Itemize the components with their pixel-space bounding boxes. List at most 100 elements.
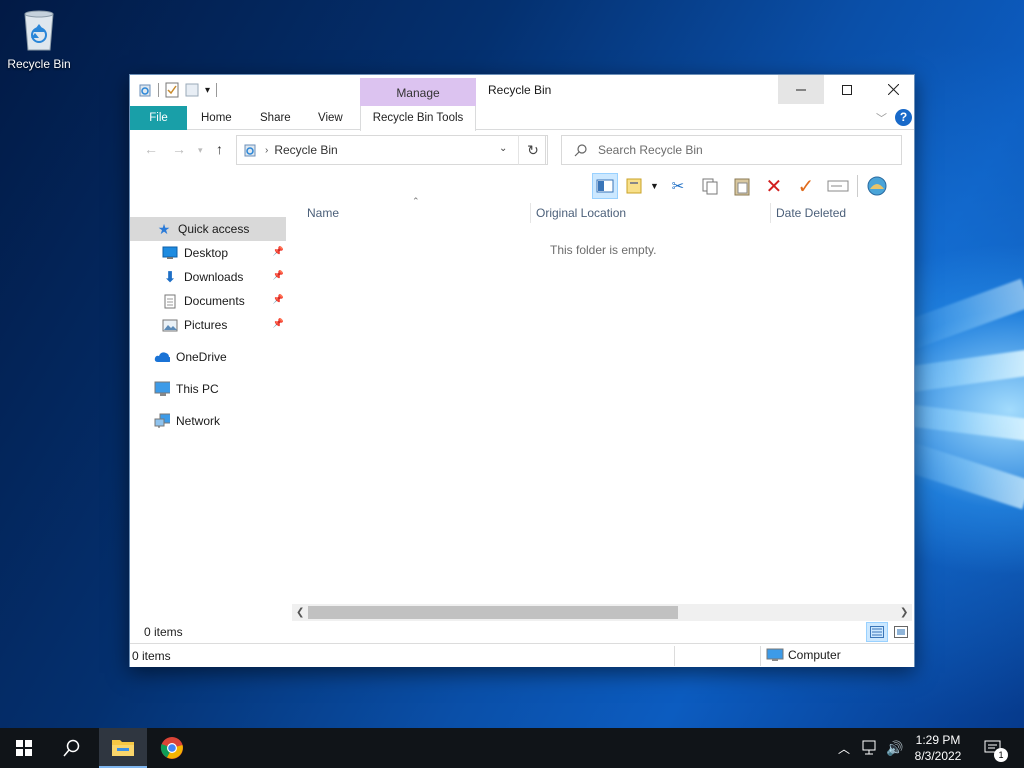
search-button[interactable]	[48, 728, 96, 768]
computer-icon	[154, 381, 170, 397]
details-view-icon	[870, 626, 884, 638]
column-header-original-location[interactable]: Original Location	[536, 201, 626, 225]
check-icon: ✓	[797, 175, 815, 198]
chevron-up-icon: ︿	[838, 741, 851, 756]
nav-item-network[interactable]: Network	[130, 409, 286, 433]
status-bar: 0 items Computer	[130, 643, 914, 667]
nav-item-label: OneDrive	[176, 350, 227, 364]
notification-badge: 1	[994, 748, 1008, 762]
taskbar: ︿ 🔊 1:29 PM 8/3/2022 1	[0, 728, 1024, 768]
check-button[interactable]: ✓	[793, 173, 819, 199]
breadcrumb-chevron-icon[interactable]: ›	[265, 145, 268, 156]
new-folder-button[interactable]	[624, 173, 650, 199]
nav-item-downloads[interactable]: ⬇ Downloads 📌	[130, 265, 286, 289]
item-count: 0 items	[144, 625, 183, 639]
nav-item-label: This PC	[176, 382, 219, 396]
network-status-icon	[862, 740, 876, 755]
column-header-date-deleted[interactable]: Date Deleted	[776, 201, 846, 225]
nav-item-onedrive[interactable]: OneDrive	[130, 345, 286, 369]
new-folder-icon[interactable]	[185, 82, 199, 98]
properties-icon[interactable]	[165, 82, 179, 98]
large-icons-view-button[interactable]	[890, 622, 912, 642]
copy-button[interactable]	[697, 173, 723, 199]
help-icon[interactable]: ?	[895, 109, 912, 126]
maximize-button[interactable]	[824, 75, 870, 104]
tab-manage[interactable]: Manage	[360, 78, 476, 106]
show-hidden-icons-button[interactable]: ︿	[838, 728, 850, 768]
desktop-icon-recycle-bin[interactable]: Recycle Bin	[4, 8, 74, 71]
minimize-button[interactable]	[778, 75, 824, 104]
up-arrow-icon[interactable]: ↑	[216, 141, 223, 157]
file-explorer-window[interactable]: ▾ Manage Recycle Bin File Home Share Vie…	[129, 74, 915, 667]
start-button[interactable]	[0, 728, 48, 768]
status-divider	[760, 646, 761, 666]
nav-item-pictures[interactable]: Pictures 📌	[130, 313, 286, 337]
delete-icon: ✕	[765, 175, 783, 198]
action-center-button[interactable]: 1	[982, 728, 1008, 768]
preview-pane-button[interactable]	[592, 173, 618, 199]
tab-recycle-bin-tools[interactable]: Recycle Bin Tools	[360, 106, 476, 131]
tab-file[interactable]: File	[130, 106, 187, 130]
column-divider[interactable]	[770, 203, 771, 223]
paste-button[interactable]	[729, 173, 755, 199]
new-item-dropdown-icon[interactable]: ▼	[650, 181, 659, 191]
tab-view[interactable]: View	[304, 106, 357, 130]
breadcrumb[interactable]: Recycle Bin	[274, 143, 337, 157]
properties-button[interactable]	[864, 173, 890, 199]
back-arrow-icon[interactable]: ←	[144, 141, 158, 157]
volume-icon: 🔊	[886, 739, 904, 756]
nav-item-quick-access[interactable]: ★ Quick access	[130, 217, 286, 241]
taskbar-chrome[interactable]	[148, 728, 196, 768]
nav-item-label: Pictures	[184, 318, 228, 332]
nav-item-documents[interactable]: Documents 📌	[130, 289, 286, 313]
tab-home[interactable]: Home	[187, 106, 246, 130]
cut-button[interactable]: ✂	[665, 173, 691, 199]
pin-icon: 📌	[272, 270, 284, 280]
status-location: Computer	[766, 648, 841, 662]
qat-customize-icon[interactable]: ▾	[205, 85, 210, 96]
delete-button[interactable]: ✕	[761, 173, 787, 199]
column-header-name[interactable]: Name	[307, 201, 339, 225]
horizontal-scrollbar[interactable]: ❮ ❯	[292, 604, 912, 621]
clock-time: 1:29 PM	[915, 733, 961, 747]
network-tray-button[interactable]	[862, 728, 880, 768]
close-button[interactable]	[870, 75, 916, 104]
wallpaper-light-beam	[898, 440, 1024, 510]
view-switcher	[866, 622, 912, 642]
column-divider[interactable]	[530, 203, 531, 223]
properties-icon	[867, 176, 887, 196]
clock[interactable]: 1:29 PM 8/3/2022	[908, 732, 968, 764]
new-folder-icon	[626, 178, 642, 194]
address-bar[interactable]: › Recycle Bin ⌄	[236, 135, 546, 165]
forward-arrow-icon[interactable]: →	[172, 141, 186, 157]
scroll-left-icon[interactable]: ❮	[296, 604, 304, 621]
details-view-button[interactable]	[866, 622, 888, 642]
rename-button[interactable]	[825, 173, 851, 199]
tab-share[interactable]: Share	[246, 106, 305, 130]
address-dropdown-icon[interactable]: ⌄	[499, 143, 507, 154]
recent-locations-icon[interactable]: ▾	[198, 145, 203, 156]
qat-separator	[216, 83, 218, 97]
desktop-icon-label: Recycle Bin	[7, 57, 71, 71]
scroll-right-icon[interactable]: ❯	[900, 604, 908, 621]
expand-ribbon-icon[interactable]: ﹀	[876, 110, 887, 126]
copy-icon	[702, 178, 718, 195]
search-input[interactable]: Search Recycle Bin	[561, 135, 902, 165]
title-bar[interactable]: ▾ Manage Recycle Bin	[130, 75, 916, 106]
nav-item-desktop[interactable]: Desktop 📌	[130, 241, 286, 265]
status-divider	[674, 646, 675, 666]
document-icon	[162, 293, 178, 309]
clock-date: 8/3/2022	[914, 749, 962, 763]
preview-pane-icon	[596, 179, 614, 193]
taskbar-file-explorer[interactable]	[99, 728, 147, 768]
command-toolbar: ▼ ✂ ✕ ✓	[592, 173, 890, 199]
rename-icon	[827, 180, 849, 192]
refresh-button[interactable]: ↻	[518, 135, 548, 165]
recycle-bin-small-icon	[244, 144, 256, 157]
ribbon-tabs: File Home Share View Recycle Bin Tools	[130, 106, 914, 131]
quick-access-toolbar: ▾	[138, 82, 218, 98]
navigation-pane: ★ Quick access Desktop 📌 ⬇ Downloads 📌 D…	[130, 201, 290, 621]
scrollbar-thumb[interactable]	[308, 606, 678, 619]
nav-item-this-pc[interactable]: This PC	[130, 377, 286, 401]
volume-button[interactable]: 🔊	[886, 728, 903, 768]
